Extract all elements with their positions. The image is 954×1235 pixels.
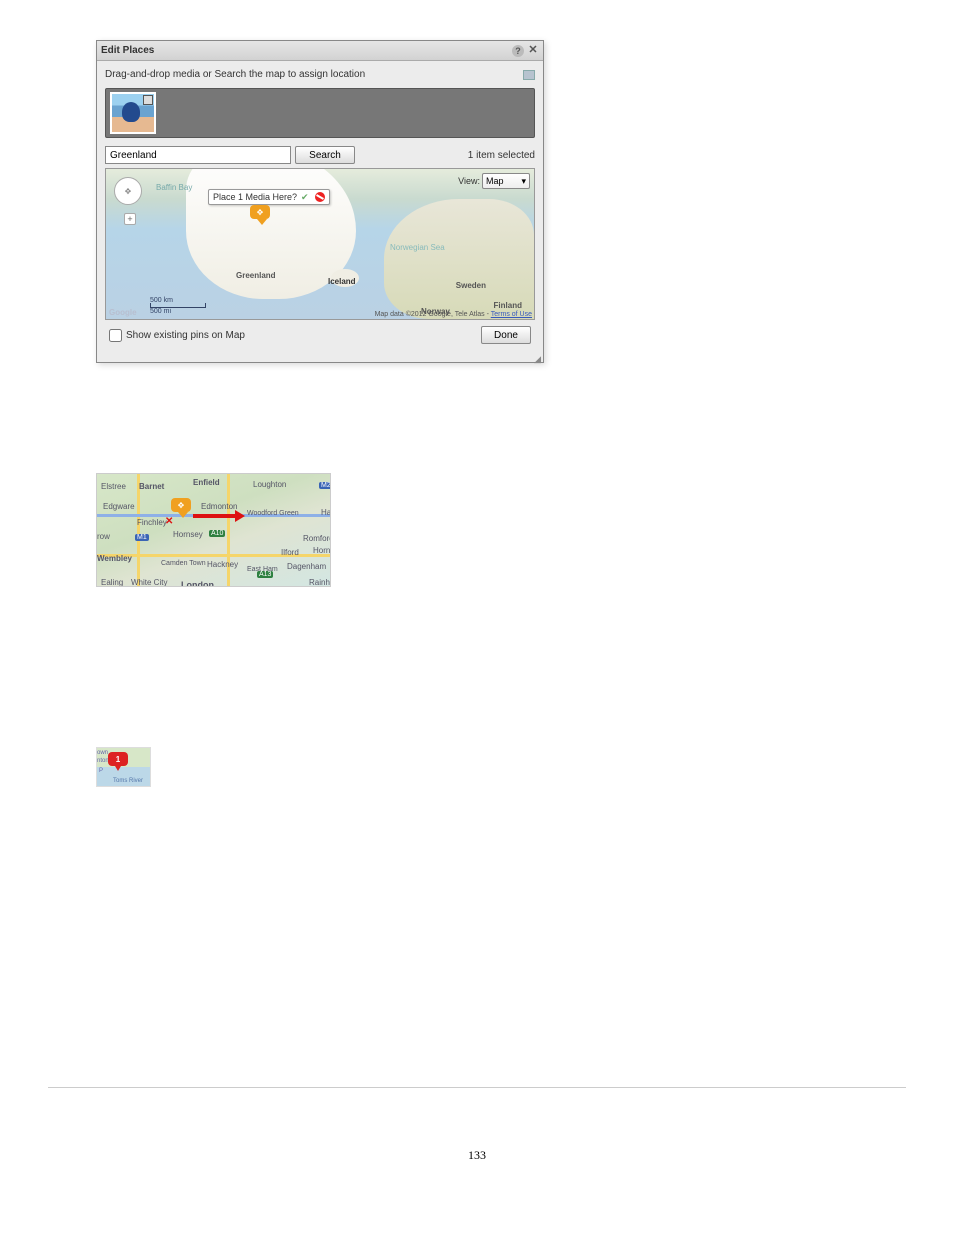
- view-dropdown[interactable]: Map ▾: [482, 173, 530, 189]
- edit-places-dialog: Edit Places ? ✕ Drag-and-drop media or S…: [96, 40, 544, 363]
- google-logo: Google: [109, 308, 137, 317]
- small-map-snippet: own nton P Toms River 1: [96, 747, 151, 787]
- view-label: View:: [458, 176, 480, 186]
- label-whitecity: White City: [131, 578, 167, 587]
- label-edmonton: Edmonton: [201, 502, 237, 511]
- label-rainh: Rainha: [309, 578, 331, 587]
- label-london: London: [181, 580, 214, 587]
- page-number: 133: [96, 1148, 858, 1163]
- badge-m1: M1: [135, 534, 149, 541]
- count-pin[interactable]: 1: [108, 752, 128, 766]
- label-finland: Finland: [494, 301, 522, 310]
- badge-m25: M25: [319, 482, 331, 489]
- label-sweden: Sweden: [456, 281, 486, 290]
- confirm-icon[interactable]: ✔: [301, 192, 311, 202]
- label-p: P: [99, 768, 103, 774]
- scale-bar: 500 km 500 mi: [150, 297, 206, 315]
- layout-toggle-icon[interactable]: [523, 70, 535, 80]
- map-attribution: Map data ©2012 Google, Tele Atlas - Term…: [375, 311, 532, 318]
- show-pins-label: Show existing pins on Map: [126, 330, 245, 341]
- label-norwegian-sea: Norwegian Sea: [390, 244, 445, 252]
- callout-text: Place 1 Media Here?: [213, 192, 297, 202]
- map-pin[interactable]: ✥: [250, 205, 274, 225]
- label-toms-river: Toms River: [113, 778, 143, 784]
- dialog-titlebar[interactable]: Edit Places ? ✕: [97, 41, 543, 61]
- page-separator: [48, 1087, 906, 1088]
- label-elstree: Elstree: [101, 482, 126, 491]
- cancel-icon[interactable]: [315, 192, 325, 202]
- zoom-in-button[interactable]: +: [124, 213, 136, 225]
- show-pins-row[interactable]: Show existing pins on Map: [109, 329, 245, 342]
- search-input[interactable]: [105, 146, 291, 164]
- label-hackney: Hackney: [207, 560, 238, 569]
- close-icon[interactable]: ✕: [527, 45, 539, 57]
- media-strip[interactable]: [105, 88, 535, 138]
- label-enfield: Enfield: [193, 478, 220, 487]
- media-thumbnail[interactable]: [110, 92, 156, 134]
- selection-status: 1 item selected: [468, 150, 535, 161]
- terms-link[interactable]: Terms of Use: [491, 311, 532, 318]
- label-wembley: Wembley: [97, 554, 132, 563]
- resize-grip-icon[interactable]: ◢: [97, 356, 543, 362]
- show-pins-checkbox[interactable]: [109, 329, 122, 342]
- label-own: own: [97, 750, 108, 756]
- move-arrows-icon: ✥: [257, 208, 264, 217]
- label-hornsey: Hornsey: [173, 530, 203, 539]
- label-woodford: Woodford Green: [247, 510, 299, 517]
- london-map-snippet: Elstree Barnet Enfield Loughton Edgware …: [96, 473, 331, 587]
- done-button[interactable]: Done: [481, 326, 531, 344]
- badge-a13: A13: [257, 571, 273, 578]
- label-ealing: Ealing: [101, 578, 123, 587]
- label-barnet: Barnet: [139, 482, 164, 491]
- search-button[interactable]: Search: [295, 146, 355, 164]
- place-media-callout: Place 1 Media Here? ✔: [208, 189, 330, 205]
- label-nton: nton: [97, 758, 109, 764]
- view-value: Map: [486, 176, 504, 186]
- label-loughton: Loughton: [253, 480, 286, 489]
- label-dagenham: Dagenham: [287, 562, 326, 571]
- pan-control[interactable]: ✥: [114, 177, 142, 205]
- instruction-text: Drag-and-drop media or Search the map to…: [105, 69, 365, 80]
- label-finchley: Finchley: [137, 518, 167, 527]
- label-greenland: Greenland: [236, 271, 276, 280]
- label-harrow: row: [97, 532, 110, 541]
- label-horn: Horn: [313, 546, 330, 555]
- label-romford: Romford: [303, 534, 331, 543]
- move-arrows-icon: ✥: [178, 501, 185, 510]
- map-pin[interactable]: ✥: [171, 498, 195, 518]
- label-iceland: Iceland: [328, 277, 356, 286]
- label-baffin-bay: Baffin Bay: [156, 183, 192, 192]
- dialog-title: Edit Places: [101, 45, 154, 56]
- label-ilford: Ilford: [281, 548, 299, 557]
- chevron-down-icon: ▾: [521, 176, 526, 187]
- label-camden: Camden Town: [161, 560, 206, 567]
- label-ha: Ha: [321, 508, 331, 517]
- map-canvas[interactable]: Baffin Bay Greenland Iceland Norwegian S…: [105, 168, 535, 320]
- stack-badge-icon: [143, 95, 153, 105]
- help-icon[interactable]: ?: [512, 45, 524, 57]
- label-edgware: Edgware: [103, 502, 135, 511]
- badge-a10: A10: [209, 530, 225, 537]
- red-arrow-icon: [193, 514, 241, 518]
